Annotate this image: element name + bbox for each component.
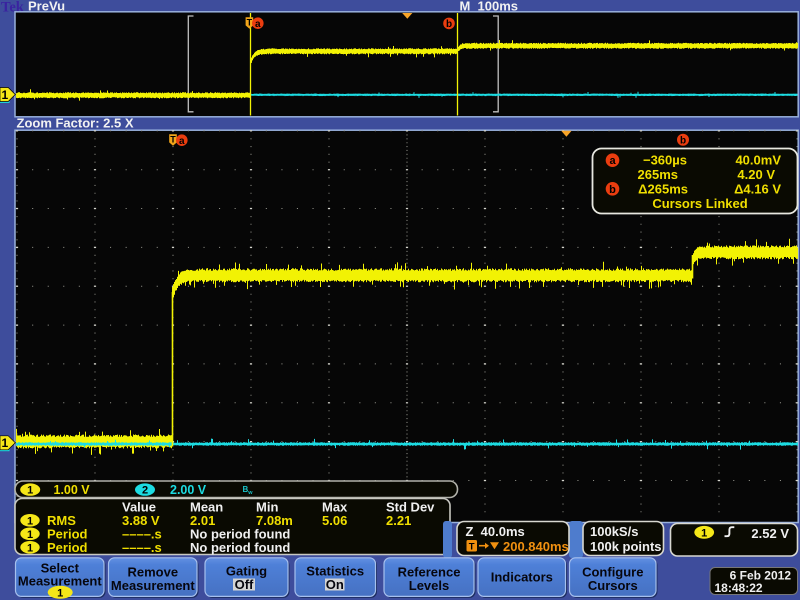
svg-text:1: 1 — [701, 527, 707, 539]
svg-text:b: b — [609, 184, 616, 196]
svg-text:1.00 V: 1.00 V — [54, 483, 91, 497]
svg-text:100kS/s: 100kS/s — [590, 524, 638, 539]
svg-text:Indicators: Indicators — [491, 570, 553, 585]
svg-text:Measurement: Measurement — [111, 578, 195, 593]
svg-text:200.840ms: 200.840ms — [503, 539, 569, 554]
svg-text:w: w — [247, 490, 253, 496]
svg-text:Z 40.0ms: Z 40.0ms — [466, 524, 525, 539]
svg-text:Levels: Levels — [409, 578, 449, 593]
svg-text:1: 1 — [1, 88, 8, 102]
svg-text:40.0mV: 40.0mV — [735, 153, 781, 168]
svg-text:18:48:22: 18:48:22 — [715, 581, 763, 595]
svg-text:Cursors: Cursors — [588, 578, 638, 593]
svg-text:1: 1 — [1, 436, 8, 450]
svg-text:2: 2 — [142, 485, 148, 497]
svg-text:Period: Period — [47, 540, 88, 555]
svg-text:––––.s: ––––.s — [122, 540, 162, 555]
svg-text:2.52 V: 2.52 V — [751, 526, 789, 541]
svg-text:1: 1 — [27, 485, 33, 497]
svg-text:T: T — [170, 134, 176, 144]
svg-text:4.20 V: 4.20 V — [737, 167, 775, 182]
svg-text:On: On — [326, 577, 344, 592]
svg-text:100k points: 100k points — [590, 539, 662, 554]
svg-text:−360µs: −360µs — [643, 153, 687, 168]
svg-text:No period found: No period found — [190, 540, 290, 555]
svg-text:1: 1 — [27, 542, 33, 554]
svg-text:5.06: 5.06 — [322, 513, 347, 528]
svg-text:1: 1 — [27, 515, 33, 527]
svg-text:2.00 V: 2.00 V — [170, 483, 207, 497]
svg-text:Off: Off — [235, 577, 254, 592]
svg-text:265ms: 265ms — [638, 167, 678, 182]
svg-text:b: b — [680, 135, 686, 146]
svg-text:1: 1 — [27, 529, 33, 541]
svg-text:1: 1 — [57, 587, 63, 599]
svg-text:a: a — [179, 136, 185, 147]
svg-text:2.21: 2.21 — [386, 513, 411, 528]
svg-text:b: b — [446, 19, 452, 30]
svg-text:Zoom Factor: 2.5 X: Zoom Factor: 2.5 X — [17, 116, 134, 131]
svg-text:a: a — [609, 155, 616, 167]
svg-text:a: a — [255, 19, 261, 30]
svg-text:Δ265ms: Δ265ms — [638, 182, 688, 197]
svg-text:T: T — [247, 17, 253, 27]
svg-text:Cursors Linked: Cursors Linked — [652, 196, 747, 211]
svg-text:T: T — [469, 542, 475, 553]
svg-text:Δ4.16 V: Δ4.16 V — [734, 182, 781, 197]
